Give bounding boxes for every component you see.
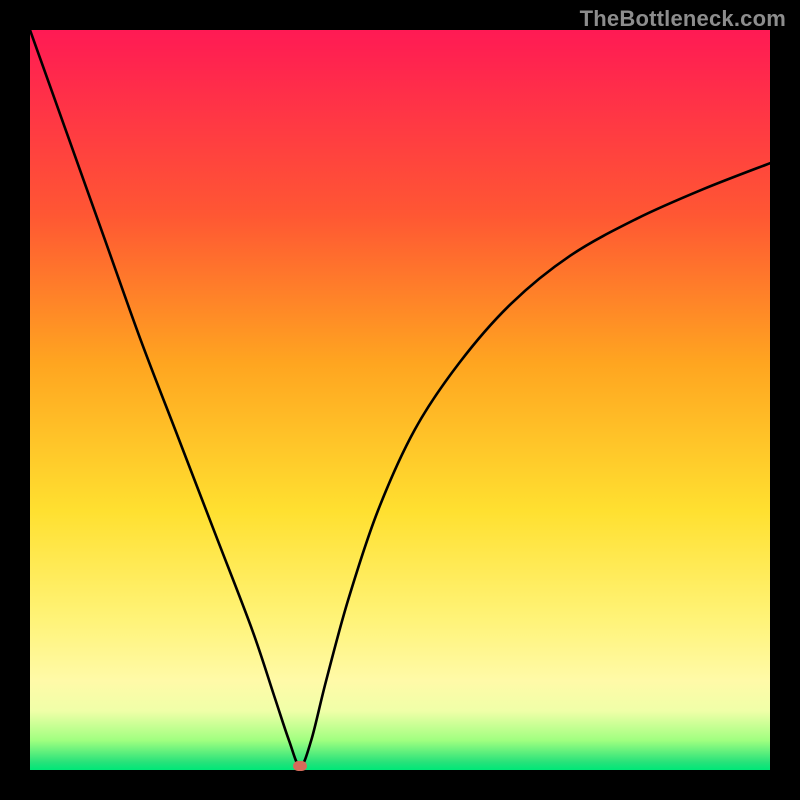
plot-area xyxy=(30,30,770,770)
curve-svg xyxy=(30,30,770,770)
bottleneck-curve xyxy=(30,30,770,766)
watermark-text: TheBottleneck.com xyxy=(580,6,786,32)
chart-frame: TheBottleneck.com xyxy=(0,0,800,800)
optimum-marker xyxy=(293,761,307,771)
